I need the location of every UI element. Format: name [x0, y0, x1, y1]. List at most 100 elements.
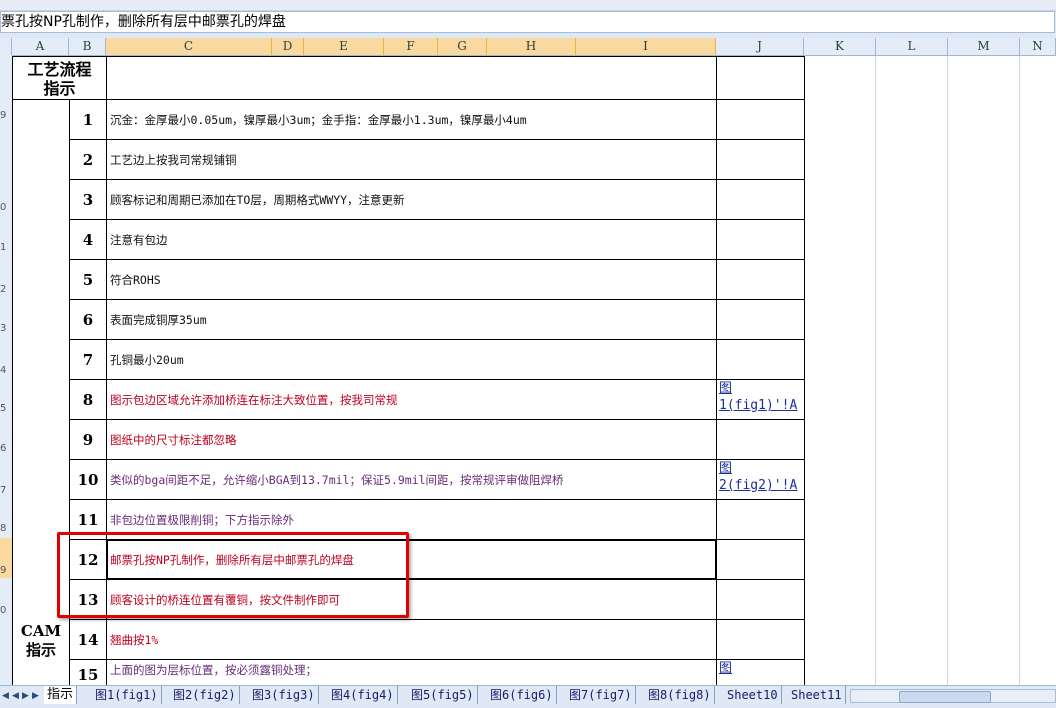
column-header-a[interactable]: A [12, 38, 69, 55]
sheet-tab[interactable]: 图1(fig1) [92, 686, 162, 704]
formula-input[interactable]: 票孔按NP孔制作，删除所有层中邮票孔的焊盘 [0, 11, 1055, 33]
reference-cell[interactable]: 图 1(fig1)'!A [716, 379, 805, 420]
column-header-j[interactable]: J [716, 38, 804, 55]
column-header-f[interactable]: F [384, 38, 438, 55]
sheet-tab[interactable]: 图8(fig8) [645, 686, 715, 704]
instruction-text-cell[interactable]: 表面完成铜厚35um [106, 299, 717, 340]
figure-link-line2: 2(fig2)'!A [719, 478, 798, 493]
figure-link[interactable]: 图 1(fig1)'!A [719, 380, 804, 414]
last-sheet-icon[interactable]: ▶ [32, 691, 39, 701]
sheet-tab[interactable]: 图4(fig4) [328, 686, 398, 704]
instruction-text-cell[interactable]: 顾客标记和周期已添加在TO层，周期格式WWYY，注意更新 [106, 179, 717, 220]
row-number[interactable]: 2 [0, 284, 12, 295]
instruction-text-cell[interactable]: 图示包边区域允许添加桥连在标注大致位置，按我司常规 [106, 379, 717, 420]
instruction-text-cell[interactable]: 上面的图为层标位置，按必须露铜处理； [106, 659, 717, 685]
reference-cell[interactable]: 图 2(fig2)'!A [716, 459, 805, 500]
row-number-cell[interactable]: 6 [69, 299, 107, 340]
header-j-cell[interactable] [716, 56, 805, 100]
sheet-tab[interactable]: 图7(fig7) [566, 686, 636, 704]
column-header-c[interactable]: C [106, 38, 272, 55]
row-number[interactable]: 9 [0, 110, 12, 121]
sheet-tab[interactable]: 图6(fig6) [487, 686, 557, 704]
row-number-cell[interactable]: 3 [69, 179, 107, 220]
row-number[interactable]: 5 [0, 403, 12, 414]
sheet-tab[interactable]: 指示 [44, 686, 78, 704]
row-number[interactable]: 9 [0, 565, 12, 576]
row-number-cell[interactable]: 1 [69, 99, 107, 140]
row-number[interactable]: 0 [0, 202, 12, 213]
column-header-k[interactable]: K [804, 38, 876, 55]
reference-cell[interactable] [716, 499, 805, 540]
row-number-cell[interactable]: 15 [69, 659, 107, 685]
reference-cell[interactable] [716, 219, 805, 260]
sheet-tab-bar: ◀ ◀ ▶ ▶ 指示 图1(fig1) 图2(fig2) 图3(fig3) 图4… [0, 685, 1056, 708]
select-all-corner[interactable] [0, 38, 12, 55]
figure-link[interactable]: 图 2(fig2)'!A [719, 460, 804, 494]
figure-link-line2: 1(fig1)'!A [719, 398, 798, 413]
column-header-g[interactable]: G [438, 38, 487, 55]
spreadsheet-grid[interactable]: 工艺流程 指示 CAM 指示 1 沉金：金厚最小0.05um，镍厚最小3um；金手… [12, 56, 1056, 685]
process-header-cell[interactable]: 工艺流程 指示 [12, 56, 107, 100]
instruction-text-cell[interactable]: 图纸中的尺寸标注都忽略 [106, 419, 717, 460]
reference-cell[interactable] [716, 579, 805, 620]
sheet-tab[interactable]: Sheet10 [724, 686, 782, 704]
column-header-h[interactable]: H [487, 38, 576, 55]
process-header-line2: 指示 [43, 79, 76, 98]
horizontal-scrollbar[interactable] [850, 689, 1056, 703]
row-number-cell[interactable]: 9 [69, 419, 107, 460]
instruction-text-cell[interactable]: 符合ROHS [106, 259, 717, 300]
row-number[interactable]: 0 [0, 605, 12, 616]
reference-cell[interactable] [716, 179, 805, 220]
reference-cell[interactable] [716, 539, 805, 580]
row-number[interactable]: 7 [0, 485, 12, 496]
row-number[interactable]: 8 [0, 523, 12, 534]
row-number[interactable]: 6 [0, 443, 12, 454]
reference-cell[interactable] [716, 99, 805, 140]
sheet-tab[interactable]: 图2(fig2) [170, 686, 240, 704]
reference-cell[interactable] [716, 139, 805, 180]
figure-link-line1: 图 [719, 661, 733, 676]
column-header-l[interactable]: L [876, 38, 948, 55]
process-header-line1: 工艺流程 [27, 60, 92, 79]
sheet-tab[interactable]: 图3(fig3) [249, 686, 319, 704]
column-header-b[interactable]: B [69, 38, 106, 55]
instruction-text-cell[interactable]: 类似的bga间距不足，允许缩小BGA到13.7mil；保证5.9mil间距，按常… [106, 459, 717, 500]
gridline [1019, 56, 1020, 685]
column-header-i[interactable]: I [576, 38, 716, 55]
instruction-text-cell[interactable]: 注意有包边 [106, 219, 717, 260]
instruction-text-cell[interactable]: 工艺边上按我司常规铺铜 [106, 139, 717, 180]
row-number-cell[interactable]: 5 [69, 259, 107, 300]
row-number[interactable]: 3 [0, 323, 12, 334]
row-number-cell[interactable]: 7 [69, 339, 107, 380]
scrollbar-thumb[interactable] [899, 691, 991, 703]
sheet-tab[interactable]: Sheet11 [788, 686, 846, 704]
column-header-n[interactable]: N [1020, 38, 1056, 55]
reference-cell[interactable]: 图 [716, 659, 805, 685]
row-number[interactable]: 1 [0, 242, 12, 253]
row-number-cell[interactable]: 2 [69, 139, 107, 180]
first-sheet-icon[interactable]: ◀ [2, 691, 9, 701]
column-header-e[interactable]: E [304, 38, 384, 55]
row-number-cell[interactable]: 14 [69, 619, 107, 660]
row-number[interactable]: 4 [0, 365, 12, 376]
header-content-cell[interactable] [106, 56, 717, 100]
reference-cell[interactable] [716, 419, 805, 460]
row-number-cell[interactable]: 8 [69, 379, 107, 420]
prev-sheet-icon[interactable]: ◀ [12, 691, 19, 701]
reference-cell[interactable] [716, 259, 805, 300]
column-header-d[interactable]: D [272, 38, 304, 55]
reference-cell[interactable] [716, 619, 805, 660]
reference-cell[interactable] [716, 339, 805, 380]
instruction-text-cell[interactable]: 翘曲按1% [106, 619, 717, 660]
figure-link-line1: 图 [719, 461, 733, 476]
instruction-text-cell[interactable]: 孔铜最小20um [106, 339, 717, 380]
figure-link[interactable]: 图 [719, 660, 804, 677]
reference-cell[interactable] [716, 299, 805, 340]
sheet-tab[interactable]: 图5(fig5) [408, 686, 478, 704]
row-number-cell[interactable]: 10 [69, 459, 107, 500]
instruction-text-cell[interactable]: 沉金：金厚最小0.05um，镍厚最小3um；金手指：金厚最小1.3um，镍厚最小… [106, 99, 717, 140]
ribbon-strip [0, 0, 1056, 11]
next-sheet-icon[interactable]: ▶ [22, 691, 29, 701]
column-header-m[interactable]: M [948, 38, 1020, 55]
row-number-cell[interactable]: 4 [69, 219, 107, 260]
